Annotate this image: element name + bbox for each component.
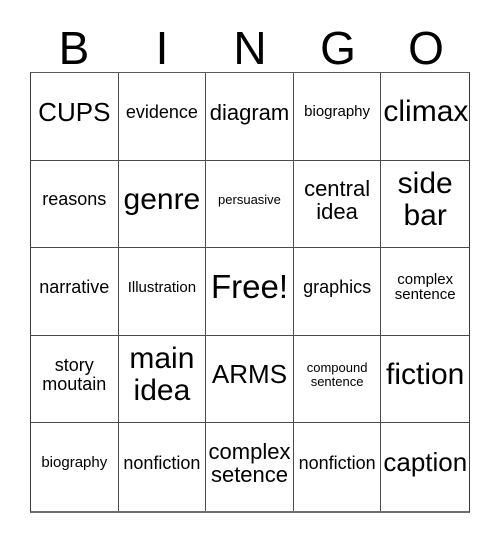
bingo-cell[interactable]: caption (381, 423, 469, 511)
bingo-cell-label: compound sentence (306, 360, 368, 390)
bingo-header-letter-b: B (58, 22, 90, 74)
bingo-cell-label: persuasive (218, 192, 281, 207)
bingo-cell[interactable]: ARMS (206, 335, 294, 424)
bingo-cell[interactable]: narrative (31, 248, 119, 336)
bingo-cell[interactable]: complex sentence (381, 248, 469, 336)
bingo-cell[interactable]: graphics (293, 248, 382, 336)
bingo-cell-label: diagram (209, 99, 290, 125)
bingo-cell[interactable]: genre (118, 160, 207, 249)
bingo-cell-label: caption (383, 447, 468, 478)
bingo-cell[interactable]: climax (381, 73, 469, 161)
bingo-cell[interactable]: persuasive (206, 160, 294, 249)
bingo-cell-label: main idea (129, 342, 195, 408)
bingo-cell[interactable]: CUPS (31, 73, 119, 161)
bingo-cell[interactable]: central idea (293, 160, 382, 249)
bingo-cell[interactable]: evidence (118, 73, 207, 161)
bingo-cell-label: biography (41, 454, 108, 472)
bingo-header-letter-n: N (233, 22, 267, 74)
bingo-cell-label: reasons (42, 189, 107, 210)
bingo-cell[interactable]: side bar (381, 160, 469, 249)
bingo-cell[interactable]: biography (31, 423, 119, 511)
bingo-grid: CUPS evidence diagram biography climax reason… (30, 72, 470, 513)
bingo-header-letter-g: G (320, 22, 356, 74)
bingo-header-row: B I N GO (30, 14, 470, 72)
bingo-cell[interactable]: main idea (118, 335, 207, 424)
bingo-header-letter-i: I (155, 22, 169, 74)
bingo-cell-label: nonfiction (298, 452, 376, 473)
bingo-cell[interactable]: nonfiction (118, 423, 207, 511)
bingo-cell-label: genre (123, 182, 201, 216)
bingo-cell-label: central idea (304, 175, 371, 224)
bingo-cell-label: Illustration (127, 278, 197, 296)
bingo-cell-label: ARMS (211, 359, 288, 390)
bingo-cell[interactable]: diagram (206, 73, 294, 161)
bingo-cell[interactable]: fiction (381, 335, 469, 424)
bingo-cell-label: Free! (210, 268, 288, 305)
bingo-free-cell[interactable]: Free! (206, 248, 294, 336)
bingo-cell[interactable]: complex setence (206, 423, 294, 511)
bingo-cell-label: story moutain (42, 355, 107, 395)
bingo-cell-label: evidence (125, 101, 198, 122)
bingo-cell[interactable]: story moutain (31, 335, 119, 424)
bingo-cell-label: CUPS (38, 96, 111, 127)
bingo-cell-label: biography (304, 103, 371, 121)
bingo-cell[interactable]: reasons (31, 160, 119, 249)
bingo-cell-label: climax (383, 95, 469, 129)
bingo-cell[interactable]: nonfiction (293, 423, 382, 511)
bingo-cell[interactable]: compound sentence (293, 335, 382, 424)
bingo-cell-label: fiction (386, 358, 465, 392)
bingo-cell-label: complex setence (208, 438, 291, 488)
bingo-cell-label: side bar (397, 167, 453, 232)
bingo-cell-label: complex sentence (394, 270, 456, 304)
bingo-cell-label: nonfiction (123, 452, 201, 473)
bingo-cell[interactable]: Illustration (118, 248, 207, 336)
bingo-cell[interactable]: biography (293, 73, 382, 161)
bingo-cell-label: narrative (39, 276, 110, 297)
bingo-header-letter-o: O (408, 22, 444, 74)
bingo-card: B I N GO CUPS evidence diagram biography climax… (0, 0, 500, 544)
bingo-cell-label: graphics (303, 276, 372, 297)
